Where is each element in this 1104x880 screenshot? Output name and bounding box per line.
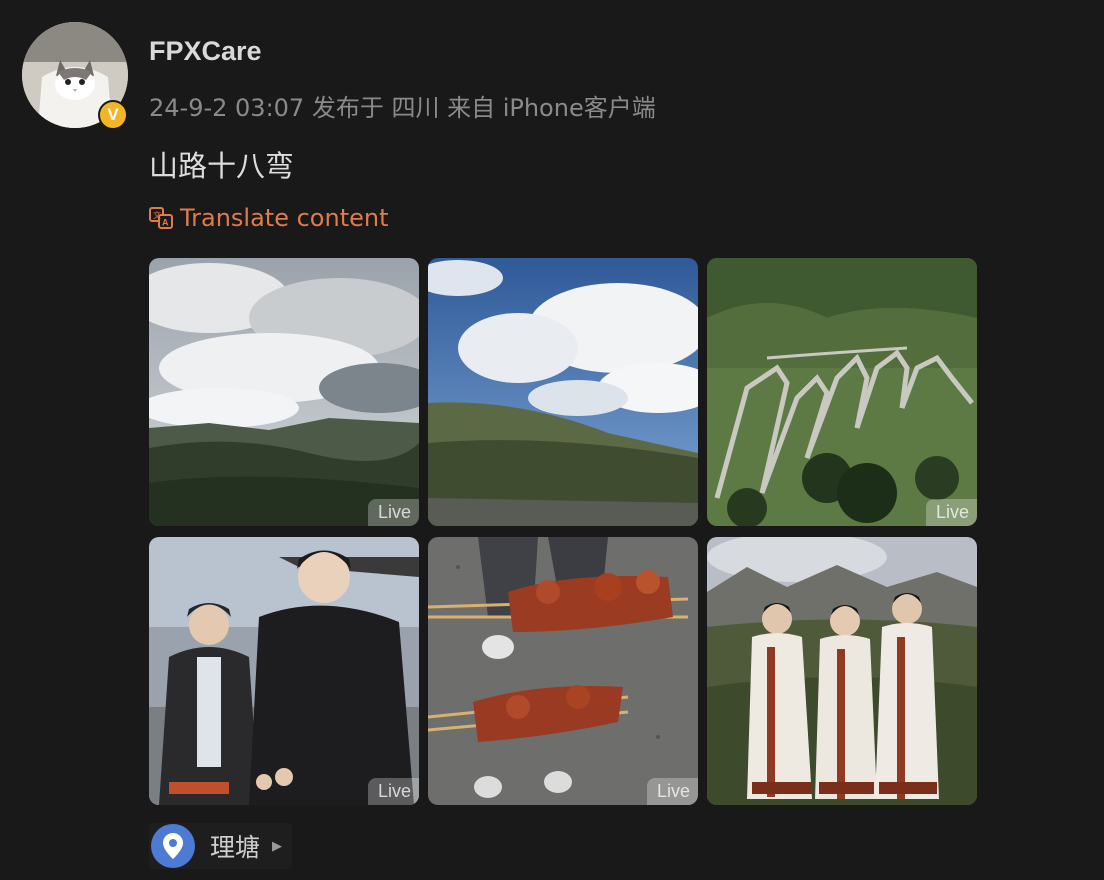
translate-button[interactable]: 文 A Translate content — [148, 204, 389, 232]
photo-cloudy-sky — [149, 258, 419, 526]
photo-5[interactable]: Live — [428, 537, 698, 805]
live-badge: Live — [925, 499, 977, 526]
author-name[interactable]: FPXCare — [149, 36, 262, 67]
photo-1[interactable]: Live — [149, 258, 419, 526]
location-tag[interactable]: 理塘 ▶ — [149, 823, 293, 869]
photo-blue-sky-hill — [428, 258, 698, 526]
photo-winding-road — [707, 258, 977, 526]
photo-traditional-robes — [707, 537, 977, 805]
post-text: 山路十八弯 — [149, 149, 295, 183]
post-meta: 24-9-2 03:07 发布于 四川 来自 iPhone客户端 — [149, 94, 656, 122]
chevron-right-icon: ▶ — [272, 838, 283, 854]
translate-icon: 文 A — [149, 207, 173, 229]
live-badge: Live — [367, 778, 419, 805]
location-pin-icon — [151, 824, 195, 868]
photo-meat-skewers — [428, 537, 698, 805]
photo-6[interactable] — [707, 537, 977, 805]
verified-badge: V — [98, 100, 128, 130]
svg-text:文: 文 — [153, 210, 161, 220]
translate-label: Translate content — [180, 204, 389, 232]
photo-grid: Live Live Live Live — [149, 258, 977, 805]
photo-4[interactable]: Live — [149, 537, 419, 805]
photo-3[interactable]: Live — [707, 258, 977, 526]
location-label: 理塘 — [210, 833, 261, 862]
photo-friends-grilling — [149, 537, 419, 805]
svg-text:A: A — [162, 218, 169, 228]
weibo-post: V FPXCare 24-9-2 03:07 发布于 四川 来自 iPhone客… — [0, 0, 1104, 880]
photo-2[interactable] — [428, 258, 698, 526]
live-badge: Live — [646, 778, 698, 805]
live-badge: Live — [367, 499, 419, 526]
